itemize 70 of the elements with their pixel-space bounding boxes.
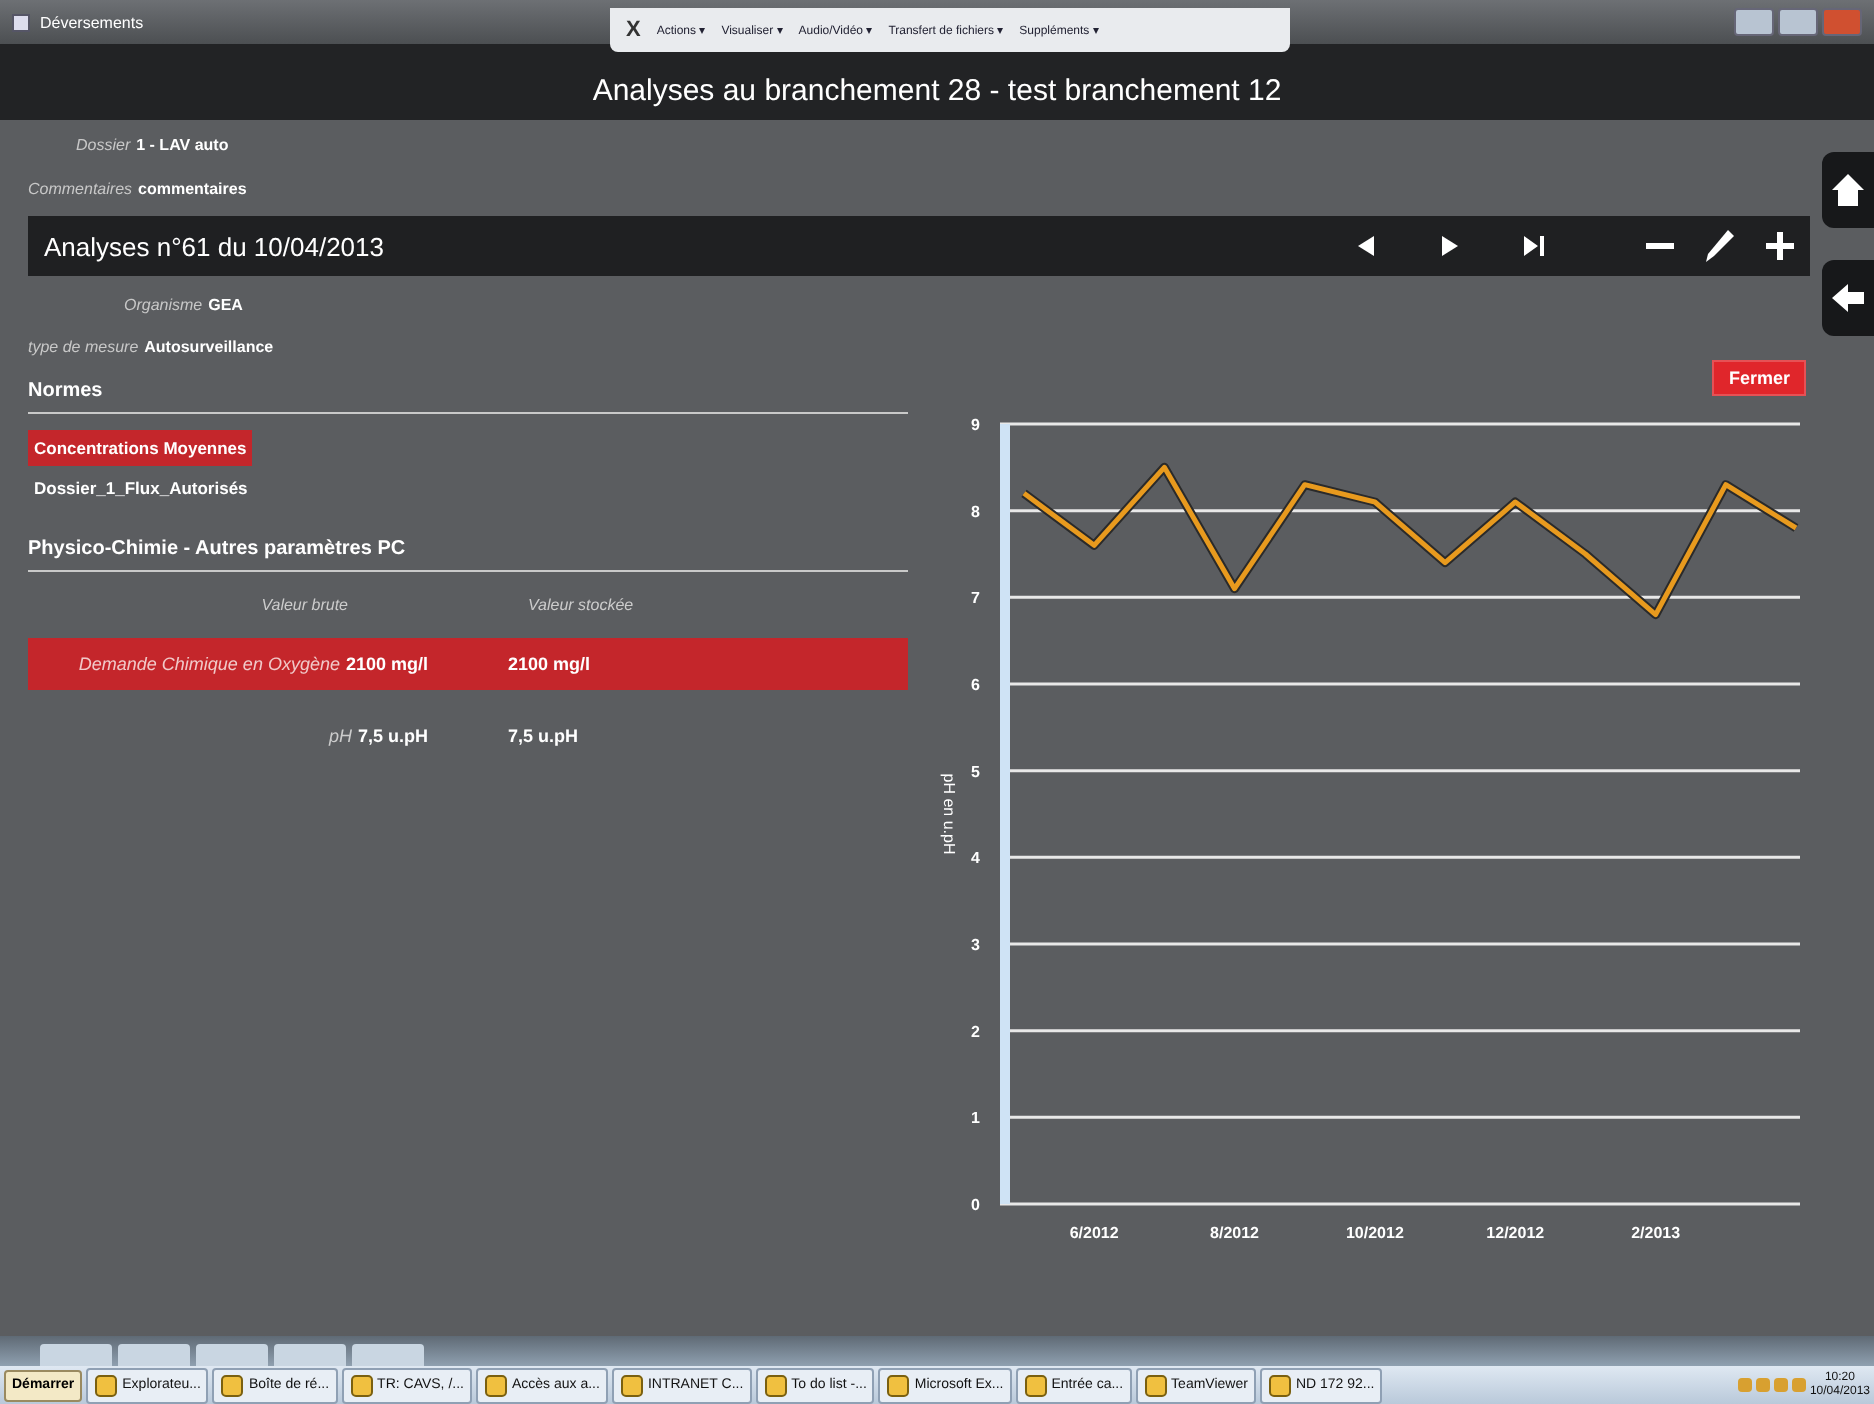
app-icon	[886, 1373, 911, 1397]
thumbnail-tab[interactable]	[196, 1344, 268, 1366]
norm-item[interactable]: Concentrations Moyennes	[28, 430, 253, 466]
app-icon	[619, 1373, 644, 1397]
y-tick-label: 1	[971, 1109, 980, 1128]
y-tick-label: 9	[971, 416, 980, 434]
thumbnail-tab[interactable]	[40, 1344, 112, 1366]
field-label: Organisme	[124, 296, 203, 314]
parameter-row[interactable]: Demande Chimique en Oxygène 2100 mg/l 2100 mg/l	[28, 638, 908, 690]
analysis-title: Analyses n°61 du 10/04/2013	[44, 231, 386, 261]
back-arrow-icon	[1832, 282, 1864, 314]
raw-value: 2100 mg/l	[345, 654, 428, 674]
field-label: type de mesure	[28, 338, 139, 356]
home-icon	[1830, 172, 1866, 208]
app-icon	[349, 1373, 374, 1397]
field-value: commentaires	[138, 180, 247, 198]
field-value: Autosurveillance	[144, 338, 274, 356]
y-tick-label: 6	[971, 676, 980, 694]
y-tick-label: 7	[971, 589, 980, 608]
field-value: 1 - LAV auto	[136, 136, 229, 154]
page-title: Analyses au branchement 28 - test branchement 12	[592, 74, 1282, 108]
close-button[interactable]: X	[626, 18, 641, 42]
y-tick-label: 4	[971, 849, 980, 868]
field-label: Commentaires	[28, 180, 133, 198]
section-title: Normes	[28, 380, 908, 414]
parameter-row[interactable]: pH 7,5 u.pH 7,5 u.pH	[28, 710, 908, 762]
app-icon	[483, 1373, 508, 1397]
app-icon	[763, 1373, 788, 1397]
stored-value: 7,5 u.pH	[506, 726, 579, 746]
x-tick-label: 8/2012	[1210, 1224, 1259, 1242]
app-icon	[1143, 1373, 1168, 1397]
pencil-icon[interactable]	[1706, 230, 1734, 262]
home-button[interactable]	[1822, 152, 1874, 228]
y-tick-label: 3	[971, 936, 980, 954]
last-icon[interactable]	[1522, 234, 1546, 258]
window-title: Déversements	[40, 13, 144, 31]
section-title: Physico-Chimie - Autres paramètres PC	[28, 538, 908, 572]
x-tick-label: 10/2012	[1346, 1224, 1404, 1242]
app-icon	[1267, 1373, 1292, 1397]
parameter-name: Demande Chimique en Oxygène	[78, 654, 340, 674]
plus-icon[interactable]	[1766, 232, 1794, 260]
y-tick-label: 2	[971, 1022, 980, 1041]
stored-value: 2100 mg/l	[506, 654, 591, 674]
parameter-name: pH	[328, 726, 352, 746]
y-tick-label: 8	[971, 502, 980, 521]
minimize-button[interactable]	[1734, 8, 1774, 36]
column-header: Valeur brute	[259, 596, 350, 614]
x-tick-label: 12/2012	[1486, 1224, 1545, 1242]
thumbnail-tab[interactable]	[274, 1344, 346, 1366]
next-icon[interactable]	[1438, 234, 1462, 258]
x-tick-label: 6/2012	[1069, 1224, 1119, 1242]
field-value: GEA	[208, 296, 243, 314]
thumbnail-tab[interactable]	[118, 1344, 190, 1366]
close-button[interactable]: Fermer	[1712, 360, 1806, 396]
thumbnail-tab[interactable]	[352, 1344, 424, 1366]
y-tick-label: 5	[971, 762, 980, 781]
back-button[interactable]	[1822, 260, 1874, 336]
y-tick-label: 0	[971, 1196, 980, 1214]
maximize-button[interactable]	[1778, 8, 1818, 36]
app-icon	[220, 1373, 245, 1397]
column-header: Valeur stockée	[528, 596, 634, 614]
y-axis-label: pH en u.pH	[940, 773, 958, 855]
raw-value: 7,5 u.pH	[357, 726, 428, 746]
norm-item[interactable]: Dossier_1_Flux_Autorisés	[28, 470, 254, 506]
field-label: Dossier	[76, 136, 131, 154]
app-icon	[94, 1373, 119, 1397]
app-icon	[1023, 1373, 1048, 1397]
window-icon	[12, 13, 30, 31]
x-tick-label: 2/2013	[1631, 1224, 1681, 1242]
previous-icon[interactable]	[1354, 234, 1378, 258]
